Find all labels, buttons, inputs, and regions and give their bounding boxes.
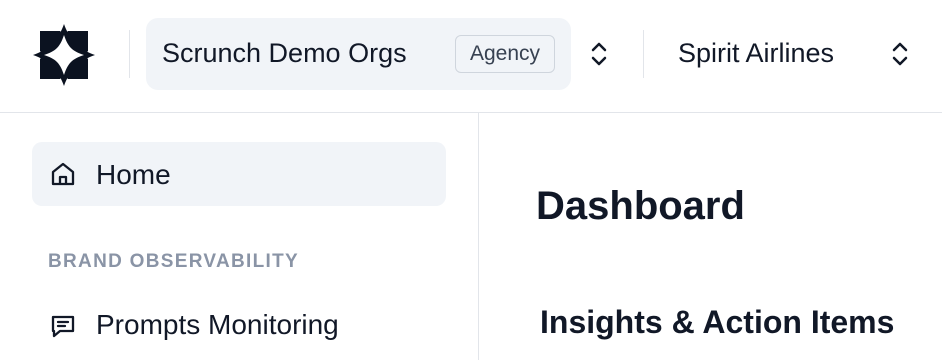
sidebar-item-prompts-monitoring[interactable]: Prompts Monitoring (32, 299, 446, 355)
sidebar-item-home[interactable]: Home (32, 142, 446, 206)
brand-switcher-label[interactable]: Spirit Airlines (678, 38, 834, 69)
org-type-badge: Agency (455, 35, 555, 73)
main-content: Dashboard Insights & Action Items (480, 113, 942, 360)
home-icon (51, 162, 75, 186)
brand-chevron-updown-icon[interactable] (886, 34, 914, 74)
org-chevron-updown-icon[interactable] (585, 34, 613, 74)
header-divider (129, 30, 130, 78)
org-name: Scrunch Demo Orgs (162, 38, 407, 68)
sidebar: Home BRAND OBSERVABILITY Prompts Monitor… (0, 113, 479, 360)
page-title: Dashboard (536, 184, 745, 228)
header-divider (643, 30, 644, 78)
sidebar-section-title: BRAND OBSERVABILITY (48, 251, 299, 272)
sidebar-item-label: Home (96, 159, 171, 190)
app-logo-icon[interactable] (30, 21, 98, 89)
top-bar: Scrunch Demo Orgs Agency Spirit Airlines (0, 0, 942, 113)
section-heading: Insights & Action Items (540, 304, 895, 340)
sidebar-item-label: Prompts Monitoring (96, 309, 339, 340)
chat-message-icon (51, 315, 75, 338)
org-switcher[interactable]: Scrunch Demo Orgs Agency (146, 18, 571, 90)
